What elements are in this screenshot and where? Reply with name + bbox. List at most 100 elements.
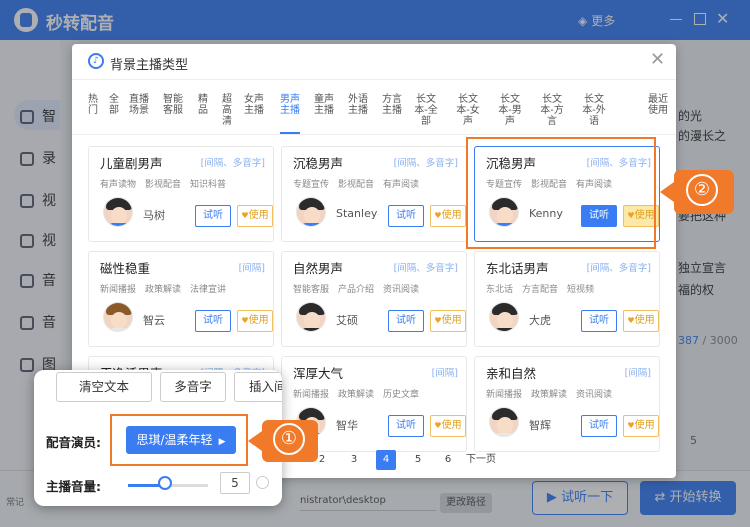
tab-dialect[interactable]: 方言主播: [378, 94, 406, 116]
volume-value-field[interactable]: 5: [220, 472, 250, 494]
voice-card[interactable]: 亲和自然 [间隔] 新闻播报 政策解读 资讯阅读 智辉 试听 ♥使用: [474, 356, 660, 452]
listen-button[interactable]: 试听: [195, 205, 231, 227]
usage-tag: 知识科普: [190, 180, 227, 190]
voice-card[interactable]: 磁性稳重 [间隔] 新闻播报 政策解读 法律宣讲 智云 试听 ♥使用: [88, 251, 274, 347]
use-label: 使用: [441, 420, 462, 431]
page-button[interactable]: 5: [408, 450, 428, 470]
voice-card[interactable]: 东北话男声 [间隔、多音字] 东北话 方言配音 短视频 大虎 试听 ♥使用: [474, 251, 660, 347]
listen-button[interactable]: 试听: [581, 415, 617, 437]
tab-child[interactable]: 童声主播: [310, 94, 338, 116]
popup-toolbar: 清空文本 多音字 插入间隔: [34, 370, 282, 406]
use-button[interactable]: ♥使用: [623, 415, 659, 437]
avatar: [489, 407, 519, 437]
page-button[interactable]: 6: [438, 450, 458, 470]
use-button[interactable]: ♥使用: [237, 205, 273, 227]
voice-actor-name: 艾硕: [336, 314, 358, 327]
tab-hd[interactable]: 超高清: [218, 94, 236, 127]
use-label: 使用: [248, 210, 269, 221]
usage-tag: 方言配音: [522, 285, 559, 295]
voice-actor-name: 马树: [143, 209, 165, 222]
tab-male[interactable]: 男声主播: [276, 94, 304, 116]
listen-button[interactable]: 试听: [388, 310, 424, 332]
listen-button[interactable]: 试听: [581, 310, 617, 332]
step-number-2: ②: [686, 174, 718, 206]
voice-usage-tags: 新闻播报 政策解读 资讯阅读: [486, 387, 621, 400]
category-tabs: 热门 全部 直播场景 智能客服 精品 超高清 女声主播 男声主播 童声主播 外语…: [72, 94, 676, 135]
usage-tag: 专题宣传: [293, 180, 330, 190]
clear-text-button[interactable]: 清空文本: [56, 372, 152, 402]
usage-tag: 历史文章: [383, 390, 420, 400]
music-note-icon: ♪: [88, 53, 104, 69]
listen-button[interactable]: 试听: [195, 310, 231, 332]
voice-actor-name: 大虎: [529, 314, 551, 327]
usage-tag: 新闻播报: [100, 285, 137, 295]
usage-tag: 法律宣讲: [190, 285, 227, 295]
usage-tag: 影视配音: [338, 180, 375, 190]
usage-tag: 短视频: [567, 285, 595, 295]
tab-long-female[interactable]: 长文本-女声: [454, 94, 482, 127]
tab-long-dialect[interactable]: 长文本-方言: [538, 94, 566, 127]
voice-card[interactable]: 儿童剧男声 [间隔、多音字] 有声读物 影视配音 知识科普 马树 试听 ♥使用: [88, 146, 274, 242]
voice-card[interactable]: 自然男声 [间隔、多音字] 智能客服 产品介绍 资讯阅读 艾硕 试听 ♥使用: [281, 251, 467, 347]
tab-recent[interactable]: 最近使用: [644, 94, 672, 116]
avatar: [489, 302, 519, 332]
divider: [72, 134, 676, 135]
avatar: [103, 302, 133, 332]
voice-feature-tag: [间隔、多音字]: [586, 263, 651, 274]
usage-tag: 资讯阅读: [383, 285, 420, 295]
voice-usage-tags: 东北话 方言配音 短视频: [486, 282, 603, 295]
volume-slider-thumb[interactable]: [158, 476, 172, 490]
tab-long-foreign[interactable]: 长文本-外语: [580, 94, 608, 127]
usage-tag: 资讯阅读: [576, 390, 613, 400]
tab-hot[interactable]: 热门: [84, 94, 102, 116]
tab-all[interactable]: 全部: [105, 94, 123, 116]
use-button[interactable]: ♥使用: [237, 310, 273, 332]
usage-tag: 新闻播报: [486, 390, 523, 400]
tab-long-male[interactable]: 长文本-男声: [496, 94, 524, 127]
voice-feature-tag: [间隔]: [238, 263, 265, 274]
next-page-button[interactable]: 下一页: [466, 450, 496, 470]
heart-icon: ♥: [627, 421, 635, 430]
tab-female[interactable]: 女声主播: [240, 94, 268, 116]
voice-card[interactable]: 沉稳男声 [间隔、多音字] 专题宣传 影视配音 有声阅读 Stanley 试听 ♥使…: [281, 146, 467, 242]
tab-foreign[interactable]: 外语主播: [344, 94, 372, 116]
tab-premium[interactable]: 精品: [194, 94, 212, 116]
insert-pause-button[interactable]: 插入间隔: [234, 372, 282, 402]
heart-icon: ♥: [434, 211, 442, 220]
callout-arrow: [660, 182, 674, 202]
usage-tag: 新闻播报: [293, 390, 330, 400]
callout-badge-2: ②: [674, 170, 734, 214]
voice-name: 沉稳男声: [293, 156, 344, 171]
voice-name: 亲和自然: [486, 366, 537, 381]
voice-name: 儿童剧男声: [100, 156, 163, 171]
tab-live[interactable]: 直播场景: [125, 94, 153, 116]
usage-tag: 政策解读: [531, 390, 568, 400]
voice-name: 磁性稳重: [100, 261, 151, 276]
dialog-header: ♪ 背景主播类型 ✕: [72, 44, 676, 80]
polyphone-button[interactable]: 多音字: [160, 372, 226, 402]
use-button[interactable]: ♥使用: [623, 310, 659, 332]
heart-icon: ♥: [241, 316, 249, 325]
use-button[interactable]: ♥使用: [430, 310, 466, 332]
listen-button[interactable]: 试听: [388, 205, 424, 227]
voice-feature-tag: [间隔]: [431, 368, 458, 379]
usage-tag: 影视配音: [145, 180, 182, 190]
tab-long-all[interactable]: 长文本-全部: [412, 94, 440, 127]
avatar: [296, 302, 326, 332]
use-label: 使用: [441, 210, 462, 221]
use-label: 使用: [441, 315, 462, 326]
tab-service[interactable]: 智能客服: [159, 94, 187, 116]
heart-icon: ♥: [627, 316, 635, 325]
page-button[interactable]: 3: [344, 450, 364, 470]
use-button[interactable]: ♥使用: [430, 415, 466, 437]
callout-arrow: [248, 431, 262, 451]
page-button-current[interactable]: 4: [376, 450, 396, 470]
dialog-close-button[interactable]: ✕: [650, 49, 665, 70]
reset-volume-icon[interactable]: [256, 476, 269, 489]
usage-tag: 有声阅读: [383, 180, 420, 190]
use-button[interactable]: ♥使用: [430, 205, 466, 227]
highlight-box-actor-button: [110, 414, 248, 466]
callout-badge-1: ①: [262, 420, 318, 462]
listen-button[interactable]: 试听: [388, 415, 424, 437]
highlight-box-selected-card: [466, 137, 656, 249]
